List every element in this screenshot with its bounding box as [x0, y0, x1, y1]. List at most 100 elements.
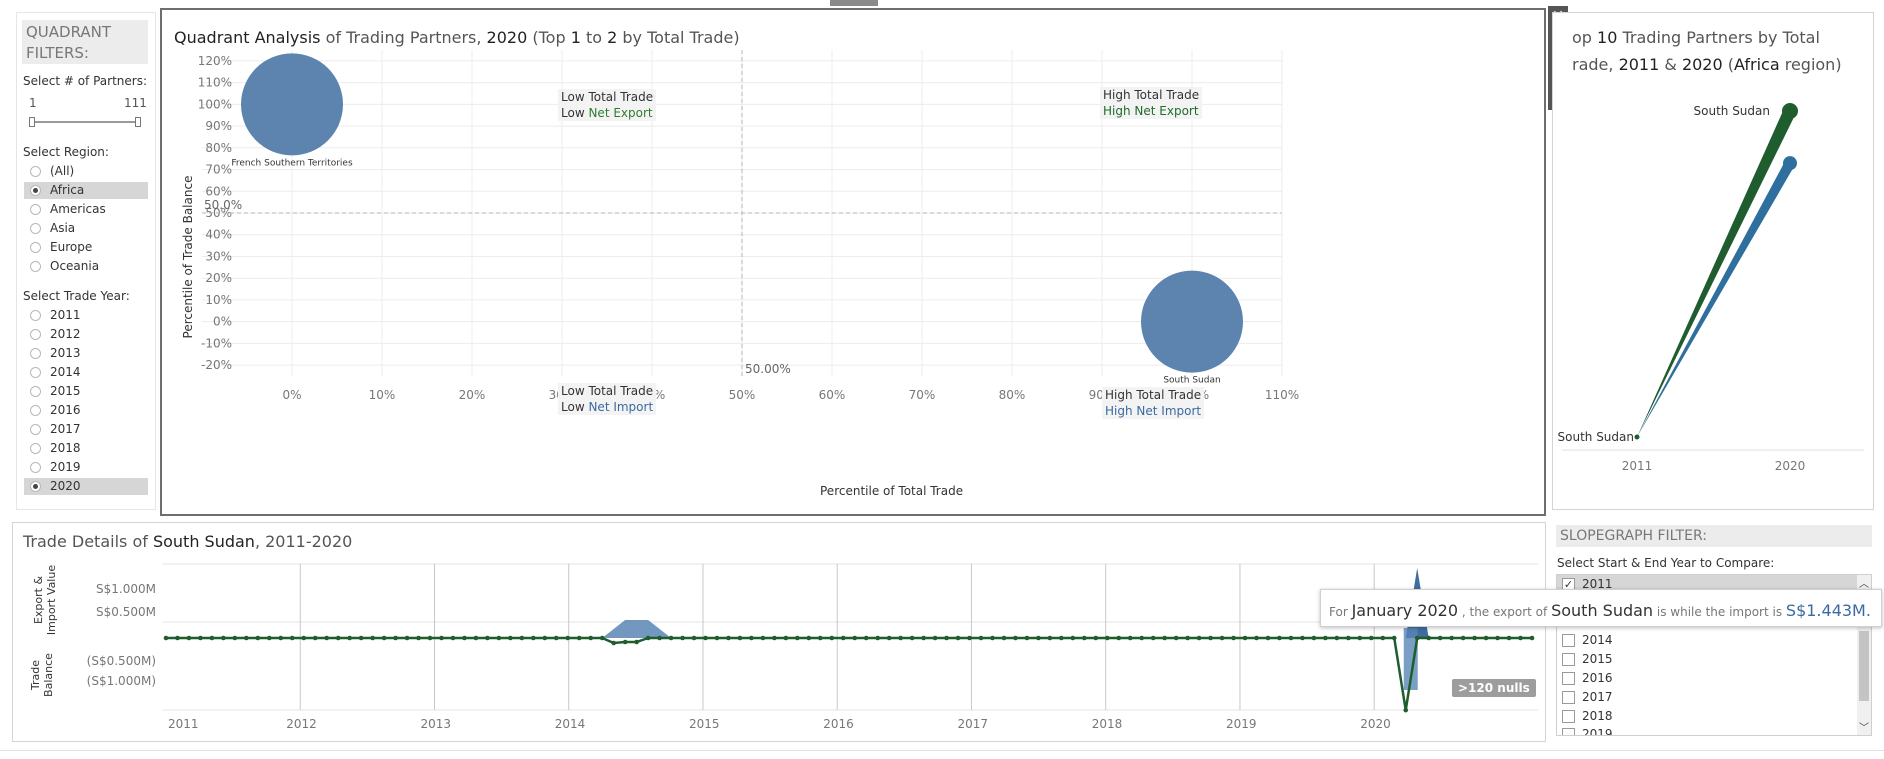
- trade-balance-point: [1001, 635, 1007, 641]
- radio-icon[interactable]: [30, 424, 41, 435]
- trade-year-option-label: 2013: [50, 346, 81, 360]
- checkbox-icon[interactable]: [1562, 672, 1575, 685]
- region-option[interactable]: Europe: [24, 239, 148, 256]
- radio-icon[interactable]: [30, 405, 41, 416]
- trade-year-option-label: 2019: [50, 460, 81, 474]
- radio-icon[interactable]: [30, 242, 41, 253]
- tooltip-import-value: S$1.443M.: [1785, 601, 1871, 620]
- trade-year-option[interactable]: 2014: [24, 364, 148, 381]
- reference-line-y-label: 50.0%: [204, 198, 242, 212]
- region-option-label: Americas: [50, 202, 106, 216]
- trade-year-option[interactable]: 2018: [24, 440, 148, 457]
- radio-icon[interactable]: [30, 329, 41, 340]
- radio-icon[interactable]: [30, 386, 41, 397]
- trade-year-option[interactable]: 2016: [24, 402, 148, 419]
- slope-line[interactable]: [1637, 111, 1797, 437]
- partners-slider-max-handle[interactable]: [135, 117, 141, 127]
- quadrant-y-tick-label: 80%: [205, 141, 232, 155]
- trade-balance-point: [404, 635, 410, 641]
- details-title-part: Trade Details of: [23, 532, 153, 551]
- trade-balance-point: [1162, 635, 1167, 641]
- scroll-down-icon[interactable]: ﹀: [1859, 719, 1869, 734]
- trade-year-option[interactable]: 2015: [24, 383, 148, 400]
- timeline-year-label: 2019: [1226, 717, 1257, 731]
- slopegraph-year-option[interactable]: 2018: [1562, 707, 1852, 726]
- quadrant-label-line: Low Total Trade: [561, 384, 654, 398]
- trade-balance-point: [1472, 635, 1477, 641]
- partners-slider[interactable]: [29, 116, 141, 128]
- trade-year-option[interactable]: 2020: [24, 478, 148, 495]
- trade-year-option[interactable]: 2013: [24, 345, 148, 362]
- trade-year-option[interactable]: 2011: [24, 307, 148, 324]
- trade-year-option[interactable]: 2012: [24, 326, 148, 343]
- trade-balance-point: [1208, 635, 1213, 641]
- radio-icon[interactable]: [30, 166, 41, 177]
- slopegraph-year-option[interactable]: 2019: [1562, 725, 1852, 735]
- trade-balance-point: [1059, 635, 1064, 641]
- radio-icon[interactable]: [30, 462, 41, 473]
- quadrant-y-tick-label: 70%: [205, 163, 232, 177]
- trade-balance-point: [289, 635, 295, 641]
- slopegraph-year-option[interactable]: 2016: [1562, 669, 1852, 688]
- quadrant-x-tick-label: 20%: [459, 388, 486, 402]
- trade-balance-point: [668, 635, 674, 641]
- slopegraph-year-option[interactable]: 2017: [1562, 688, 1852, 707]
- trade-balance-point: [542, 635, 548, 641]
- trade-balance-point: [1139, 635, 1145, 641]
- trade-balance-point: [324, 635, 330, 641]
- trade-balance-point: [301, 635, 307, 641]
- trade-balance-point: [1380, 635, 1386, 641]
- tooltip-text: is while the import is: [1653, 605, 1786, 619]
- region-option[interactable]: Americas: [24, 201, 148, 218]
- trade-balance-point: [829, 635, 835, 641]
- scrollbar-thumb[interactable]: [1859, 631, 1869, 701]
- quadrant-x-tick-label: 70%: [909, 388, 936, 402]
- region-option[interactable]: Oceania: [24, 258, 148, 275]
- quadrant-bubble[interactable]: [241, 53, 343, 156]
- slopegraph-filter-subtitle: Select Start & End Year to Compare:: [1557, 556, 1775, 570]
- radio-icon[interactable]: [30, 223, 41, 234]
- resize-handle[interactable]: [830, 0, 878, 6]
- radio-icon[interactable]: [30, 310, 41, 321]
- scroll-up-icon[interactable]: ︿: [1859, 575, 1869, 590]
- slope-x-tick-label: 2020: [1775, 459, 1806, 473]
- quadrant-y-tick-label: 100%: [198, 97, 232, 111]
- reference-line-x-label: 50.00%: [745, 362, 791, 376]
- quadrant-label-line: High Total Trade: [1103, 88, 1200, 102]
- slope-title-part: region): [1779, 55, 1842, 74]
- slopegraph-year-option[interactable]: 2015: [1562, 650, 1852, 669]
- nulls-badge[interactable]: >120 nulls: [1452, 679, 1536, 697]
- radio-icon[interactable]: [30, 185, 41, 196]
- trade-balance-point: [186, 635, 192, 641]
- radio-icon[interactable]: [30, 204, 41, 215]
- radio-icon[interactable]: [30, 261, 41, 272]
- region-option[interactable]: Africa: [24, 182, 148, 199]
- radio-icon[interactable]: [30, 367, 41, 378]
- slope-title-part: rade,: [1572, 55, 1619, 74]
- radio-icon[interactable]: [30, 443, 41, 454]
- trade-year-option[interactable]: 2019: [24, 459, 148, 476]
- checkbox-icon[interactable]: [1562, 728, 1575, 735]
- checkbox-icon[interactable]: [1562, 653, 1575, 666]
- trade-year-option[interactable]: 2017: [24, 421, 148, 438]
- radio-icon[interactable]: [30, 348, 41, 359]
- radio-icon[interactable]: [30, 481, 41, 492]
- checkbox-icon[interactable]: [1562, 634, 1575, 647]
- slope-line[interactable]: [1637, 163, 1796, 437]
- partners-slider-min-handle[interactable]: [29, 117, 35, 127]
- quadrant-x-tick-label: 60%: [819, 388, 846, 402]
- slopegraph-year-option[interactable]: 2014: [1562, 631, 1852, 650]
- checkbox-icon[interactable]: [1562, 710, 1575, 723]
- slope-right-label: South Sudan: [1694, 104, 1771, 118]
- timeline-year-label: 2018: [1092, 717, 1123, 731]
- region-option[interactable]: Asia: [24, 220, 148, 237]
- quadrant-bubble[interactable]: [1141, 270, 1243, 373]
- trade-balance-point: [921, 635, 926, 641]
- trade-balance-point: [1173, 635, 1179, 641]
- region-option[interactable]: (All): [24, 163, 148, 180]
- trade-balance-point: [1391, 635, 1397, 641]
- partners-slider-label: Select # of Partners:: [23, 74, 147, 88]
- quadrant-label-net-export: High Net Export: [1103, 104, 1199, 118]
- trade-balance-point: [1460, 635, 1466, 641]
- checkbox-icon[interactable]: [1562, 691, 1575, 704]
